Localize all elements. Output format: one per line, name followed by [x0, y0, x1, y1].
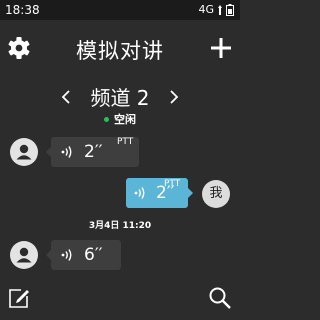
channel-name: 频道 2: [90, 86, 150, 110]
channel-selector: 频道 2: [0, 84, 240, 112]
avatar[interactable]: [10, 241, 38, 269]
voice-message[interactable]: 2′′ PTT: [46, 137, 139, 167]
status-dot: [104, 116, 109, 122]
user-icon: [16, 144, 32, 160]
channel-status: 空闲: [0, 111, 240, 127]
voice-wave-icon: [61, 146, 72, 158]
chevron-left-icon[interactable]: [58, 88, 74, 106]
user-icon: [16, 247, 32, 263]
status-time: 18:38: [5, 3, 40, 17]
plus-icon: [211, 38, 231, 58]
ptt-tag: PTT: [117, 137, 134, 147]
battery-icon: [226, 3, 234, 16]
message-timestamp: 3月4日 11:20: [88, 221, 152, 231]
search-icon: [209, 287, 231, 309]
voice-message[interactable]: 6′′: [46, 240, 121, 270]
self-avatar[interactable]: 我: [202, 180, 230, 208]
title-bar: 模拟对讲: [0, 20, 240, 76]
ptt-tag: PTT: [164, 179, 181, 189]
voice-wave-icon: [134, 187, 145, 199]
status-indicators: 4G: [198, 3, 234, 16]
edit-button[interactable]: [8, 287, 30, 309]
voice-wave-icon: [61, 249, 72, 261]
voice-duration: 2′′: [84, 142, 103, 162]
channel-status-text: 空闲: [114, 113, 136, 126]
voice-message-outgoing[interactable]: 2′′ PTT: [126, 178, 193, 208]
signal-icon: [218, 4, 222, 15]
network-type: 4G: [198, 3, 214, 16]
voice-duration: 6′′: [84, 245, 103, 265]
edit-icon: [9, 289, 29, 308]
add-button[interactable]: [208, 35, 234, 61]
chevron-right-icon[interactable]: [166, 88, 182, 106]
avatar[interactable]: [10, 138, 38, 166]
search-button[interactable]: [208, 286, 232, 310]
page-title: 模拟对讲: [76, 39, 164, 63]
status-bar: 18:38 4G: [0, 0, 240, 20]
